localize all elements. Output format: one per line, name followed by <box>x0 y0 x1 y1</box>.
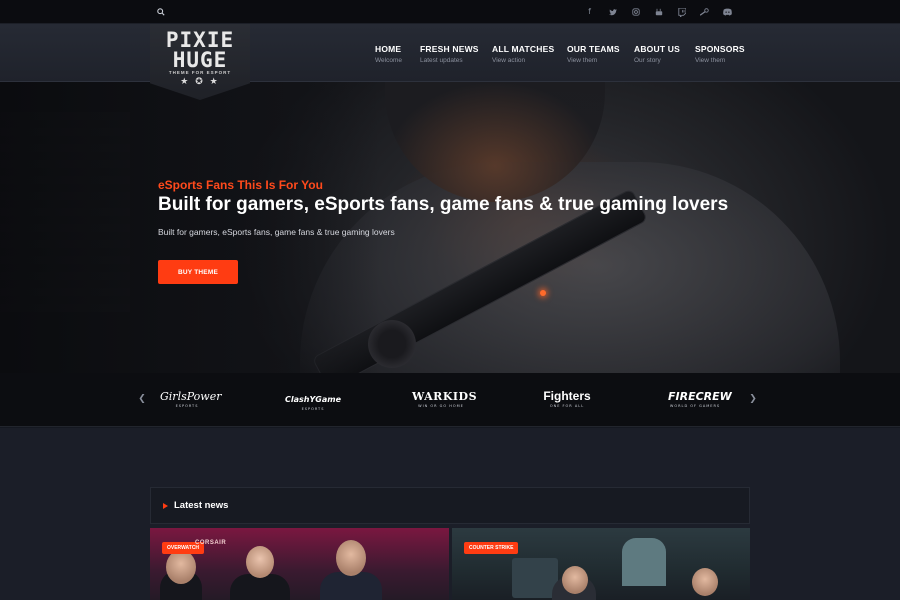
news-card-counter-strike[interactable]: COUNTER STRIKE <box>452 528 750 600</box>
logo-text-line2: HUGE <box>172 48 228 72</box>
sponsor-name: WARKIDS <box>412 390 478 403</box>
hero-description: Built for gamers, eSports fans, game fan… <box>158 227 395 237</box>
nav-label: OUR TEAMS <box>567 44 620 54</box>
sponsor-logo-clashygame[interactable]: ClashYGame ESPORTS <box>284 393 342 415</box>
sponsor-name: ClashYGame <box>285 395 341 404</box>
hero-glow-dot <box>540 290 546 296</box>
sponsor-subtitle: WIN OR GO HOME <box>418 404 464 408</box>
sponsor-subtitle: ESPORTS <box>175 404 199 408</box>
twitter-icon[interactable] <box>608 7 617 17</box>
card-image-person <box>622 538 666 586</box>
triangle-icon <box>163 503 168 509</box>
logo-tagline: THEME FOR ESPORT <box>168 70 232 75</box>
sponsor-name: GirlsPower <box>160 390 222 403</box>
nav-label: HOME <box>375 44 402 54</box>
sponsor-subtitle: WORLD OF GAMERS <box>669 404 721 408</box>
hero-title: Built for gamers, eSports fans, game fan… <box>158 194 729 215</box>
sponsor-name: Fighters <box>543 389 591 403</box>
nav-sublabel: Latest updates <box>420 57 463 64</box>
card-image-face <box>336 540 366 576</box>
nav-item-about-us[interactable]: ABOUT US Our story <box>634 44 695 64</box>
sponsor-logo-warkids[interactable]: WARKIDS WIN OR GO HOME <box>412 390 478 412</box>
sponsors-carousel: ❮ GirlsPower ESPORTS ClashYGame ESPORTS … <box>0 373 900 427</box>
nav-item-fresh-news[interactable]: FRESH NEWS Latest updates <box>420 44 492 64</box>
sponsor-subtitle: ESPORTS <box>301 407 325 411</box>
logo-stars-icon: ★ ✪ ★ <box>180 77 220 87</box>
youtube-icon[interactable] <box>654 7 663 17</box>
nav-label: SPONSORS <box>695 44 745 54</box>
card-image-face <box>562 566 588 594</box>
nav-label: ALL MATCHES <box>492 44 555 54</box>
nav-item-home[interactable]: HOME Welcome <box>375 44 420 64</box>
nav-item-sponsors[interactable]: SPONSORS View them <box>695 44 755 64</box>
nav-item-our-teams[interactable]: OUR TEAMS View them <box>567 44 634 64</box>
twitch-icon[interactable] <box>677 7 686 17</box>
sponsor-logo-girlspower[interactable]: GirlsPower ESPORTS <box>160 390 222 412</box>
search-icon[interactable] <box>156 7 166 17</box>
nav-sublabel: View action <box>492 57 526 64</box>
steam-icon[interactable] <box>700 7 709 17</box>
card-banner-text: CORSAIR <box>195 540 227 546</box>
sponsor-logo-fighters[interactable]: Fighters ONE FOR ALL <box>537 390 597 412</box>
sponsor-name: FIRECREW <box>668 390 732 403</box>
card-image-face <box>166 550 196 584</box>
nav-label: FRESH NEWS <box>420 44 479 54</box>
news-card-overwatch[interactable]: OVERWATCH <box>150 528 449 600</box>
latest-news-title: Latest news <box>174 500 229 511</box>
card-image-face <box>246 546 274 578</box>
sponsor-subtitle: ONE FOR ALL <box>549 404 585 408</box>
card-image-face <box>692 568 718 596</box>
nav-sublabel: View them <box>567 57 598 64</box>
nav-sublabel: Welcome <box>375 57 402 64</box>
nav-sublabel: View them <box>695 57 726 64</box>
chevron-left-icon[interactable]: ❮ <box>137 393 147 405</box>
top-utility-bar: f <box>0 0 900 24</box>
buy-theme-button[interactable]: BUY THEME <box>158 260 238 284</box>
social-links: f <box>585 6 732 18</box>
main-navigation: HOME Welcome FRESH NEWS Latest updates A… <box>375 44 755 64</box>
main-header: HOME Welcome FRESH NEWS Latest updates A… <box>0 24 900 82</box>
latest-news-header: Latest news <box>150 487 750 524</box>
chevron-right-icon[interactable]: ❯ <box>748 393 758 405</box>
hero-banner: eSports Fans This Is For You Built for g… <box>0 82 900 373</box>
discord-icon[interactable] <box>723 7 732 17</box>
nav-sublabel: Our story <box>634 57 661 64</box>
facebook-icon[interactable]: f <box>585 7 594 17</box>
logo-text-line1: PIXIE <box>165 28 235 52</box>
nav-label: ABOUT US <box>634 44 680 54</box>
nav-item-all-matches[interactable]: ALL MATCHES View action <box>492 44 567 64</box>
sponsor-logo-firecrew[interactable]: FIRECREW WORLD OF GAMERS <box>668 390 732 412</box>
instagram-icon[interactable] <box>631 7 640 17</box>
hero-kicker: eSports Fans This Is For You <box>158 178 323 192</box>
card-image-person <box>320 572 382 600</box>
category-badge[interactable]: COUNTER STRIKE <box>464 542 519 554</box>
